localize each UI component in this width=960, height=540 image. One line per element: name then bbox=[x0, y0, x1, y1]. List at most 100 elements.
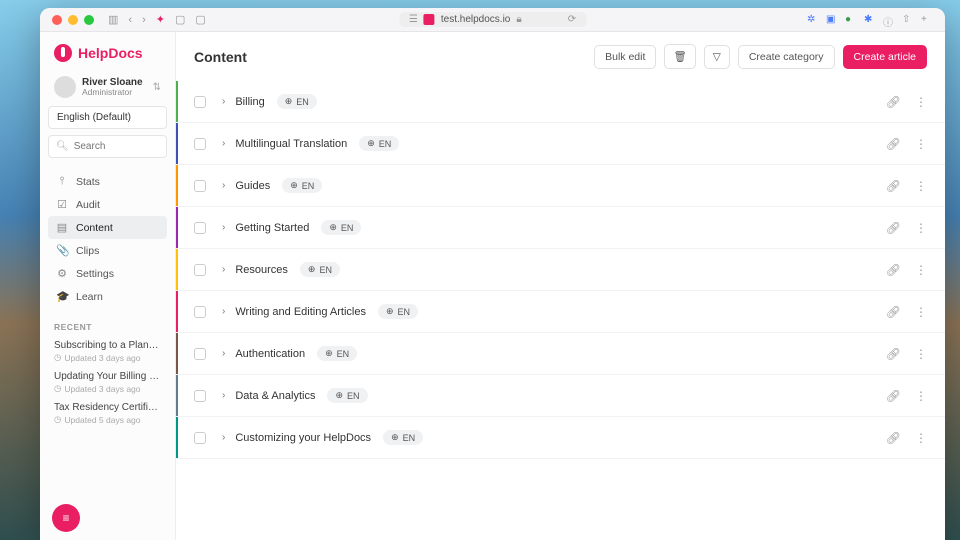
tab-icon[interactable]: ▢ bbox=[195, 13, 205, 26]
more-icon[interactable]: ⋮ bbox=[915, 305, 927, 319]
row-checkbox[interactable] bbox=[194, 390, 206, 402]
row-checkbox[interactable] bbox=[194, 264, 206, 276]
chevron-right-icon[interactable]: › bbox=[222, 138, 225, 149]
link-icon[interactable]: 🔗︎ bbox=[886, 389, 901, 403]
brand-logo[interactable]: HelpDocs bbox=[48, 40, 167, 72]
ext-icon[interactable]: ● bbox=[845, 14, 857, 26]
link-icon[interactable]: 🔗︎ bbox=[886, 263, 901, 277]
category-row[interactable]: ›Resources⊕EN🔗︎⋮ bbox=[176, 249, 945, 291]
maximize-window-icon[interactable] bbox=[84, 15, 94, 25]
row-checkbox[interactable] bbox=[194, 222, 206, 234]
address-bar[interactable]: ☰ test.helpdocs.io 🔒︎ ⟳ bbox=[399, 12, 586, 27]
more-icon[interactable]: ⋮ bbox=[915, 431, 927, 445]
ext-icon[interactable]: ✱ bbox=[864, 14, 876, 26]
more-icon[interactable]: ⋮ bbox=[915, 179, 927, 193]
more-icon[interactable]: ⋮ bbox=[915, 389, 927, 403]
share-icon[interactable]: ⇧ bbox=[902, 14, 914, 26]
create-category-button[interactable]: Create category bbox=[738, 45, 835, 69]
clock-icon: ◷ bbox=[54, 383, 61, 394]
brand-name: HelpDocs bbox=[78, 45, 143, 61]
chevron-right-icon[interactable]: › bbox=[222, 348, 225, 359]
delete-button[interactable]: 🗑 bbox=[664, 44, 695, 69]
globe-icon: ⊕ bbox=[367, 138, 375, 149]
more-icon[interactable]: ⋮ bbox=[915, 263, 927, 277]
chevron-right-icon[interactable]: › bbox=[222, 96, 225, 107]
category-row[interactable]: ›Customizing your HelpDocs⊕EN🔗︎⋮ bbox=[176, 417, 945, 459]
new-tab-icon[interactable]: + bbox=[921, 14, 933, 26]
row-checkbox[interactable] bbox=[194, 306, 206, 318]
sidebar-item-audit[interactable]: ☑Audit bbox=[48, 193, 167, 216]
language-badge: ⊕EN bbox=[378, 304, 418, 319]
row-checkbox[interactable] bbox=[194, 96, 206, 108]
search-input[interactable] bbox=[74, 141, 159, 152]
chevron-right-icon[interactable]: › bbox=[222, 264, 225, 275]
category-row[interactable]: ›Multilingual Translation⊕EN🔗︎⋮ bbox=[176, 123, 945, 165]
user-switcher[interactable]: River Sloane Administrator ⇅ bbox=[48, 72, 167, 106]
recent-meta: ◷Updated 5 days ago bbox=[54, 414, 161, 425]
link-icon[interactable]: 🔗︎ bbox=[886, 137, 901, 151]
ext-icon[interactable]: ▣ bbox=[826, 14, 838, 26]
link-icon[interactable]: 🔗︎ bbox=[886, 179, 901, 193]
back-icon[interactable]: ‹ bbox=[128, 14, 132, 26]
sidebar-item-content[interactable]: ▤Content bbox=[48, 216, 167, 239]
reader-icon[interactable]: ☰ bbox=[409, 14, 418, 25]
sidebar-item-stats[interactable]: ⫯Stats bbox=[48, 170, 167, 193]
recent-item[interactable]: Subscribing to a Plan for the …◷Updated … bbox=[48, 336, 167, 367]
sidebar-item-clips[interactable]: 📎Clips bbox=[48, 239, 167, 262]
recent-meta: ◷Updated 3 days ago bbox=[54, 352, 161, 363]
recent-item[interactable]: Tax Residency Certificates a…◷Updated 5 … bbox=[48, 398, 167, 429]
chevron-right-icon[interactable]: › bbox=[222, 390, 225, 401]
link-icon[interactable]: 🔗︎ bbox=[886, 95, 901, 109]
link-icon[interactable]: 🔗︎ bbox=[886, 347, 901, 361]
link-icon[interactable]: 🔗︎ bbox=[886, 305, 901, 319]
link-icon[interactable]: 🔗︎ bbox=[886, 221, 901, 235]
more-icon[interactable]: ⋮ bbox=[915, 221, 927, 235]
filter-button[interactable]: ▽ bbox=[704, 45, 730, 69]
link-icon[interactable]: 🔗︎ bbox=[886, 431, 901, 445]
category-title: Multilingual Translation bbox=[235, 138, 347, 150]
refresh-icon[interactable]: ⟳ bbox=[568, 14, 576, 25]
ext-icon[interactable]: ✲ bbox=[807, 14, 819, 26]
sidebar-item-settings[interactable]: ⚙Settings bbox=[48, 262, 167, 285]
chevron-right-icon[interactable]: › bbox=[222, 432, 225, 443]
chevron-right-icon[interactable]: › bbox=[222, 180, 225, 191]
row-actions: 🔗︎ ⋮ bbox=[886, 431, 927, 445]
category-row[interactable]: ›Writing and Editing Articles⊕EN🔗︎⋮ bbox=[176, 291, 945, 333]
category-row[interactable]: ›Authentication⊕EN🔗︎⋮ bbox=[176, 333, 945, 375]
category-row[interactable]: ›Billing⊕EN🔗︎⋮ bbox=[176, 81, 945, 123]
category-list: ›Billing⊕EN🔗︎⋮›Multilingual Translation⊕… bbox=[176, 81, 945, 540]
window-controls[interactable] bbox=[52, 15, 94, 25]
ext-icon[interactable]: ⓘ bbox=[883, 14, 895, 26]
more-icon[interactable]: ⋮ bbox=[915, 95, 927, 109]
category-row[interactable]: ›Data & Analytics⊕EN🔗︎⋮ bbox=[176, 375, 945, 417]
sidebar-item-learn[interactable]: 🎓Learn bbox=[48, 285, 167, 308]
close-window-icon[interactable] bbox=[52, 15, 62, 25]
bulk-edit-button[interactable]: Bulk edit bbox=[594, 45, 656, 69]
row-checkbox[interactable] bbox=[194, 180, 206, 192]
forward-icon[interactable]: › bbox=[142, 14, 146, 26]
language-selector[interactable]: English (Default) bbox=[48, 106, 167, 129]
more-icon[interactable]: ⋮ bbox=[915, 137, 927, 151]
chevron-right-icon[interactable]: › bbox=[222, 222, 225, 233]
row-checkbox[interactable] bbox=[194, 348, 206, 360]
sidebar-toggle-icon[interactable]: ▥ bbox=[108, 13, 118, 26]
chevron-right-icon[interactable]: › bbox=[222, 306, 225, 317]
row-checkbox[interactable] bbox=[194, 138, 206, 150]
category-row[interactable]: ›Guides⊕EN🔗︎⋮ bbox=[176, 165, 945, 207]
create-article-button[interactable]: Create article bbox=[843, 45, 927, 69]
row-actions: 🔗︎ ⋮ bbox=[886, 221, 927, 235]
language-badge: ⊕EN bbox=[277, 94, 317, 109]
search-box[interactable]: 🔍︎ bbox=[48, 135, 167, 158]
minimize-window-icon[interactable] bbox=[68, 15, 78, 25]
bookmark-icon[interactable]: ✦ bbox=[156, 13, 165, 26]
tab-icon[interactable]: ▢ bbox=[175, 13, 185, 26]
clips-icon: 📎 bbox=[56, 244, 68, 257]
category-row[interactable]: ›Getting Started⊕EN🔗︎⋮ bbox=[176, 207, 945, 249]
recent-item[interactable]: Updating Your Billing Informa…◷Updated 3… bbox=[48, 367, 167, 398]
row-checkbox[interactable] bbox=[194, 432, 206, 444]
more-icon[interactable]: ⋮ bbox=[915, 347, 927, 361]
logo-mark-icon bbox=[54, 44, 72, 62]
language-badge: ⊕EN bbox=[327, 388, 367, 403]
help-fab[interactable]: ≡ bbox=[52, 504, 80, 532]
recent-header: RECENT bbox=[48, 308, 167, 336]
